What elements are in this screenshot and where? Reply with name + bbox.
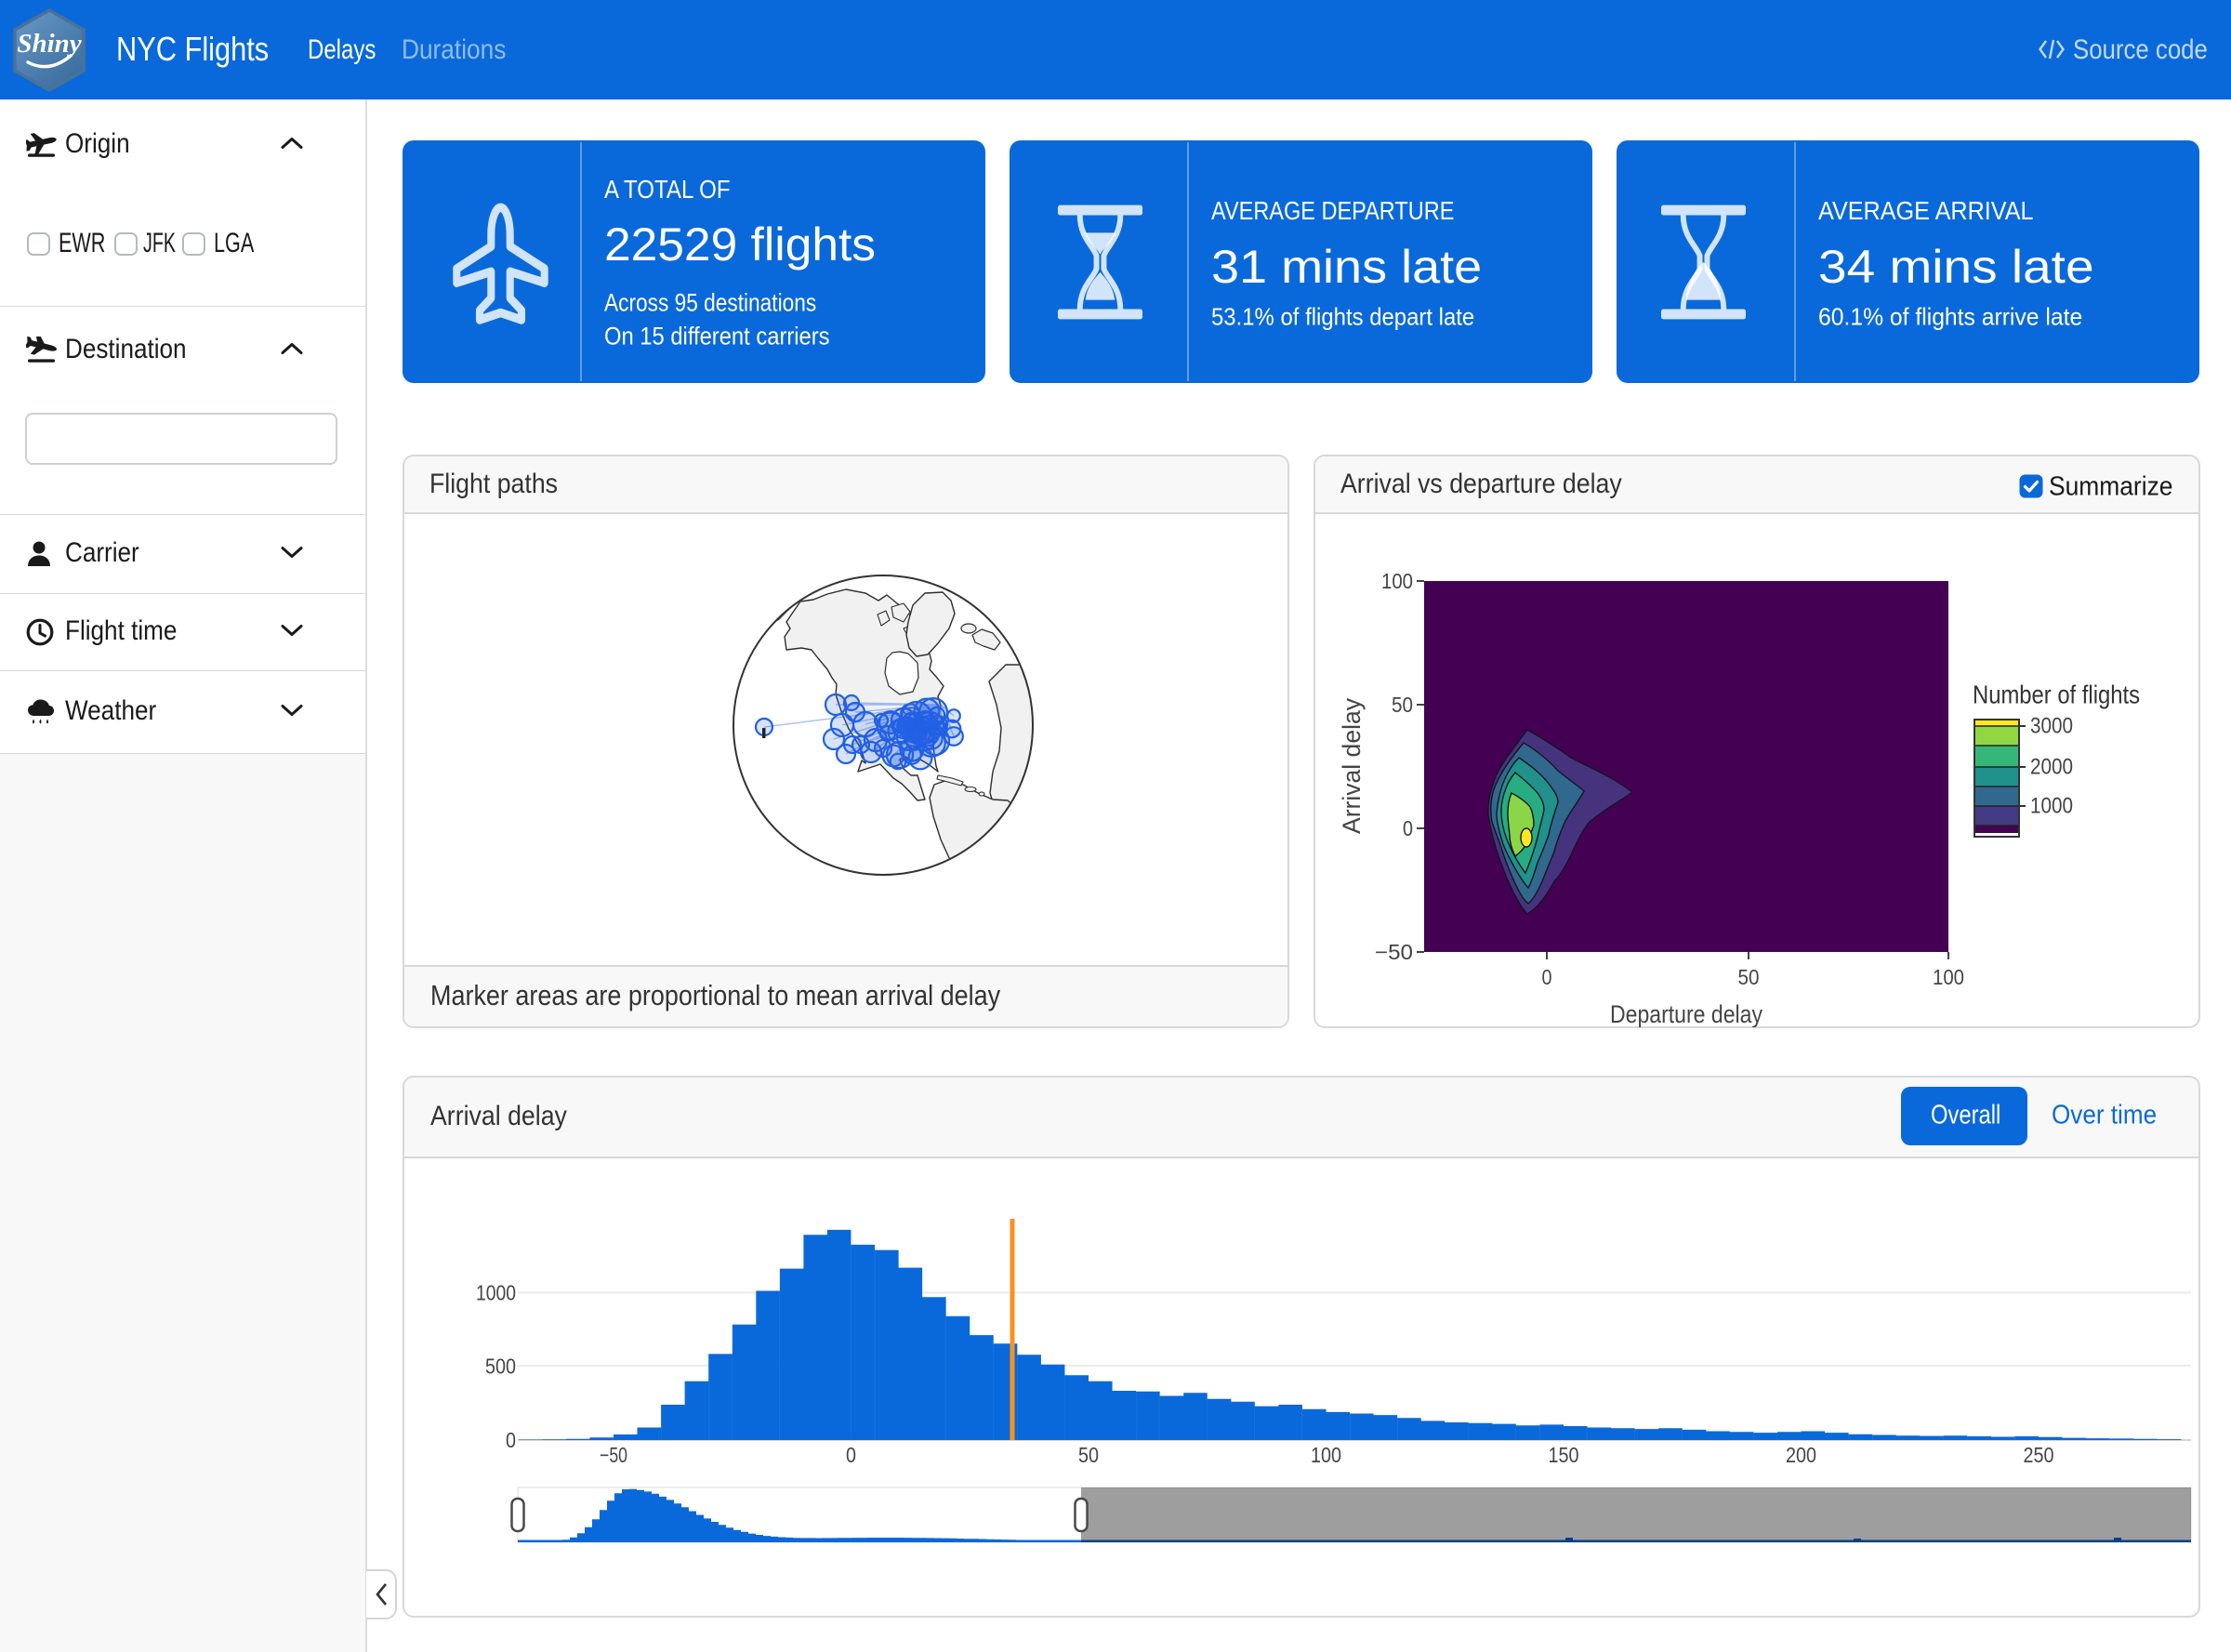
svg-text:Shiny: Shiny bbox=[17, 29, 81, 59]
svg-text:200: 200 bbox=[1786, 1443, 1816, 1467]
svg-text:2000: 2000 bbox=[2030, 755, 2073, 780]
svg-text:100: 100 bbox=[1933, 965, 1964, 989]
svg-text:100: 100 bbox=[1311, 1443, 1341, 1467]
svg-text:0: 0 bbox=[506, 1428, 516, 1452]
svg-text:−50: −50 bbox=[1375, 940, 1413, 964]
svg-text:100: 100 bbox=[1381, 569, 1413, 593]
svg-text:50: 50 bbox=[1078, 1443, 1099, 1467]
svg-text:50: 50 bbox=[1738, 965, 1760, 989]
svg-text:3000: 3000 bbox=[2030, 714, 2073, 739]
svg-text:1000: 1000 bbox=[476, 1281, 516, 1305]
svg-text:0: 0 bbox=[1542, 965, 1552, 989]
svg-text:250: 250 bbox=[2024, 1443, 2054, 1467]
svg-text:500: 500 bbox=[485, 1355, 516, 1379]
svg-text:0: 0 bbox=[846, 1443, 856, 1467]
svg-text:Arrival delay: Arrival delay bbox=[1338, 698, 1366, 834]
svg-text:−50: −50 bbox=[600, 1443, 627, 1467]
svg-text:50: 50 bbox=[1392, 693, 1413, 717]
svg-text:0: 0 bbox=[1403, 816, 1413, 840]
svg-text:150: 150 bbox=[1549, 1443, 1579, 1467]
svg-text:Number of flights: Number of flights bbox=[1973, 681, 2140, 709]
svg-text:1000: 1000 bbox=[2030, 794, 2073, 819]
svg-text:Departure delay: Departure delay bbox=[1610, 1000, 1762, 1027]
